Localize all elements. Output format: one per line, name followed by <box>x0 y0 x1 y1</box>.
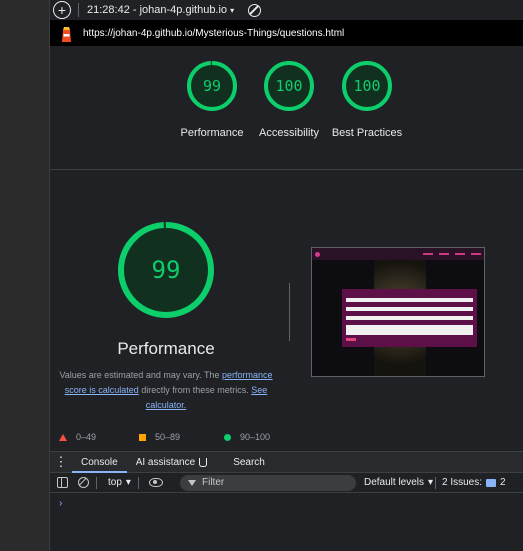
filter-placeholder: Filter <box>202 477 225 488</box>
clear-reports-icon[interactable] <box>248 3 262 17</box>
report-topbar: + 21:28:42 - johan-4p.github.io ▾ <box>50 0 523 20</box>
divider <box>289 283 290 341</box>
score-legend: 0–49 50–89 90–100 <box>50 429 523 445</box>
performance-detail: 99 Performance Values are estimated and … <box>50 170 523 450</box>
live-expression-eye-icon[interactable] <box>148 478 163 487</box>
tab-label: Console <box>81 456 118 468</box>
legend-average: 50–89 <box>139 432 180 442</box>
new-report-button[interactable]: + <box>53 1 71 19</box>
triangle-icon <box>59 433 67 441</box>
divider <box>96 476 97 489</box>
final-screenshot[interactable] <box>311 247 485 377</box>
divider <box>137 476 139 489</box>
context-label: top <box>108 477 122 488</box>
screenshot-nav-link <box>471 253 481 255</box>
screenshot-submit <box>346 338 356 341</box>
filter-icon <box>188 479 196 486</box>
score-summary: 99 Performance 100 Accessibility 100 Bes… <box>50 46 523 170</box>
legend-pass: 90–100 <box>224 432 270 442</box>
performance-score: 99 <box>151 256 181 284</box>
screenshot-nav-link <box>455 253 465 255</box>
screenshot-field <box>346 316 473 320</box>
circle-icon <box>224 433 231 441</box>
console-prompt[interactable]: › <box>59 498 62 509</box>
report-selector[interactable]: 21:28:42 - johan-4p.github.io ▾ <box>87 4 234 16</box>
screenshot-field <box>346 298 473 302</box>
screenshot-nav-link <box>439 253 449 255</box>
gauge-score: 100 <box>275 77 303 95</box>
performance-title: Performance <box>117 339 215 358</box>
clear-console-icon[interactable] <box>78 477 89 488</box>
gauge-performance[interactable]: 99 <box>186 60 238 112</box>
left-sidebar <box>0 0 50 551</box>
screenshot-logo <box>315 251 320 257</box>
screenshot-nav-link <box>423 253 433 255</box>
gauge-accessibility[interactable]: 100 <box>263 60 315 112</box>
legend-label: 0–49 <box>76 432 97 442</box>
chevron-down-icon: ▾ <box>230 6 235 15</box>
levels-label: Default levels <box>364 477 425 488</box>
gauge-best-practices[interactable]: 100 <box>341 60 393 112</box>
flask-icon <box>199 457 208 467</box>
sidebar-toggle-icon[interactable] <box>57 477 68 488</box>
legend-label: 50–89 <box>155 432 181 442</box>
tab-label: AI assistance <box>135 456 196 468</box>
plus-icon: + <box>57 2 67 18</box>
screenshot-field <box>346 307 473 311</box>
divider <box>78 3 79 17</box>
issues-label: 2 Issues: <box>442 477 483 488</box>
context-selector[interactable]: top ▾ <box>108 477 131 488</box>
gauge-score: 99 <box>202 77 222 95</box>
audited-url[interactable]: https://johan-4p.github.io/Mysterious-Th… <box>83 28 344 39</box>
filter-input[interactable]: Filter <box>180 474 356 491</box>
performance-gauge-large: 99 <box>116 220 216 320</box>
devtools-drawer: ⋮ Console AI assistance Search top ▾ Filt… <box>50 451 523 551</box>
report-selector-label: 21:28:42 - johan-4p.github.io <box>87 4 228 16</box>
tab-ai-assistance[interactable]: AI assistance <box>127 452 216 473</box>
gauge-label: Best Practices <box>331 127 403 139</box>
screenshot-navbar <box>312 248 484 260</box>
desc-text: Values are estimated and may vary. The <box>59 370 223 380</box>
drawer-tabs: ⋮ Console AI assistance Search <box>50 452 523 473</box>
issues-counter[interactable]: 2 Issues: 2 <box>442 477 506 488</box>
chevron-down-icon: ▾ <box>125 477 131 488</box>
performance-description: Values are estimated and may vary. The p… <box>50 368 282 413</box>
issue-message-icon <box>486 478 497 487</box>
divider <box>435 476 436 489</box>
console-toolbar: top ▾ Filter Default levels ▾ 2 Issues: 2 <box>50 473 523 493</box>
more-options-icon[interactable]: ⋮ <box>50 454 72 470</box>
gauge-label: Accessibility <box>259 127 319 139</box>
tab-console[interactable]: Console <box>72 452 127 473</box>
legend-fail: 0–49 <box>59 432 96 442</box>
lighthouse-logo-icon <box>62 26 71 42</box>
square-icon <box>139 433 146 441</box>
url-bar: https://johan-4p.github.io/Mysterious-Th… <box>50 20 523 46</box>
legend-label: 90–100 <box>240 432 271 442</box>
tab-search[interactable]: Search <box>224 452 274 473</box>
issues-count: 2 <box>500 477 506 488</box>
log-levels-dropdown[interactable]: Default levels ▾ <box>364 477 433 488</box>
tab-label: Search <box>233 456 265 468</box>
chevron-down-icon: ▾ <box>428 477 434 488</box>
gauge-score: 100 <box>353 77 381 95</box>
screenshot-form <box>342 289 477 347</box>
desc-text: directly from these metrics. <box>138 385 252 395</box>
screenshot-textarea <box>346 325 473 335</box>
